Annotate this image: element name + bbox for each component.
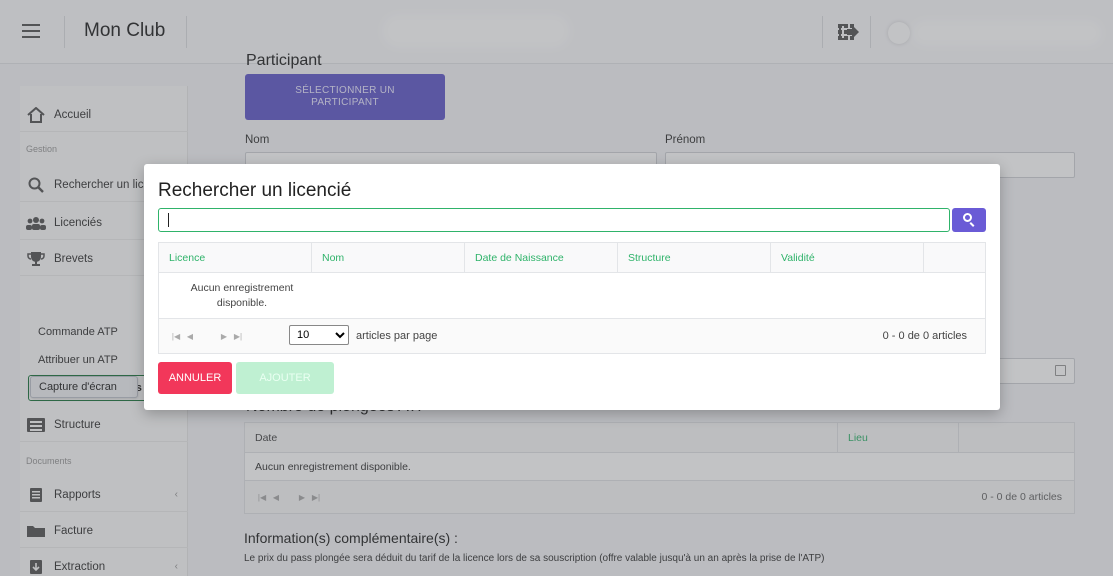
- column-licence[interactable]: Licence: [159, 243, 312, 273]
- results-grid: Licence Nom Date de Naissance Structure …: [158, 242, 986, 354]
- grid-header: Licence Nom Date de Naissance Structure …: [159, 243, 985, 273]
- next-page-icon[interactable]: ▶: [217, 332, 231, 341]
- empty-message: Aucun enregistrement disponible.: [190, 282, 294, 309]
- search-button[interactable]: [952, 208, 986, 232]
- pager: |◀ ◀ ▶ ▶| 10 articles par page 0 - 0 de …: [159, 319, 985, 353]
- column-actions: [924, 243, 985, 272]
- column-nom[interactable]: Nom: [312, 243, 465, 273]
- first-page-icon[interactable]: |◀: [169, 332, 183, 341]
- pager-summary: 0 - 0 de 0 articles: [882, 330, 967, 342]
- add-button[interactable]: Ajouter: [236, 362, 334, 394]
- page-size-select[interactable]: 10: [289, 325, 349, 345]
- column-structure[interactable]: Structure: [618, 243, 771, 273]
- text-cursor: [168, 213, 169, 227]
- last-page-icon[interactable]: ▶|: [231, 332, 245, 341]
- search-icon: [963, 213, 972, 222]
- column-date-naissance[interactable]: Date de Naissance: [465, 243, 618, 273]
- grid-body: Aucun enregistrement disponible.: [159, 273, 985, 319]
- cancel-button[interactable]: Annuler: [158, 362, 232, 394]
- modal-title: Rechercher un licencié: [158, 180, 352, 201]
- per-page-label: articles par page: [356, 330, 438, 342]
- column-validite[interactable]: Validité: [771, 243, 924, 273]
- search-input[interactable]: [158, 208, 950, 232]
- prev-page-icon[interactable]: ◀: [183, 332, 197, 341]
- search-licensee-modal: Rechercher un licencié Licence Nom Date …: [144, 164, 1000, 410]
